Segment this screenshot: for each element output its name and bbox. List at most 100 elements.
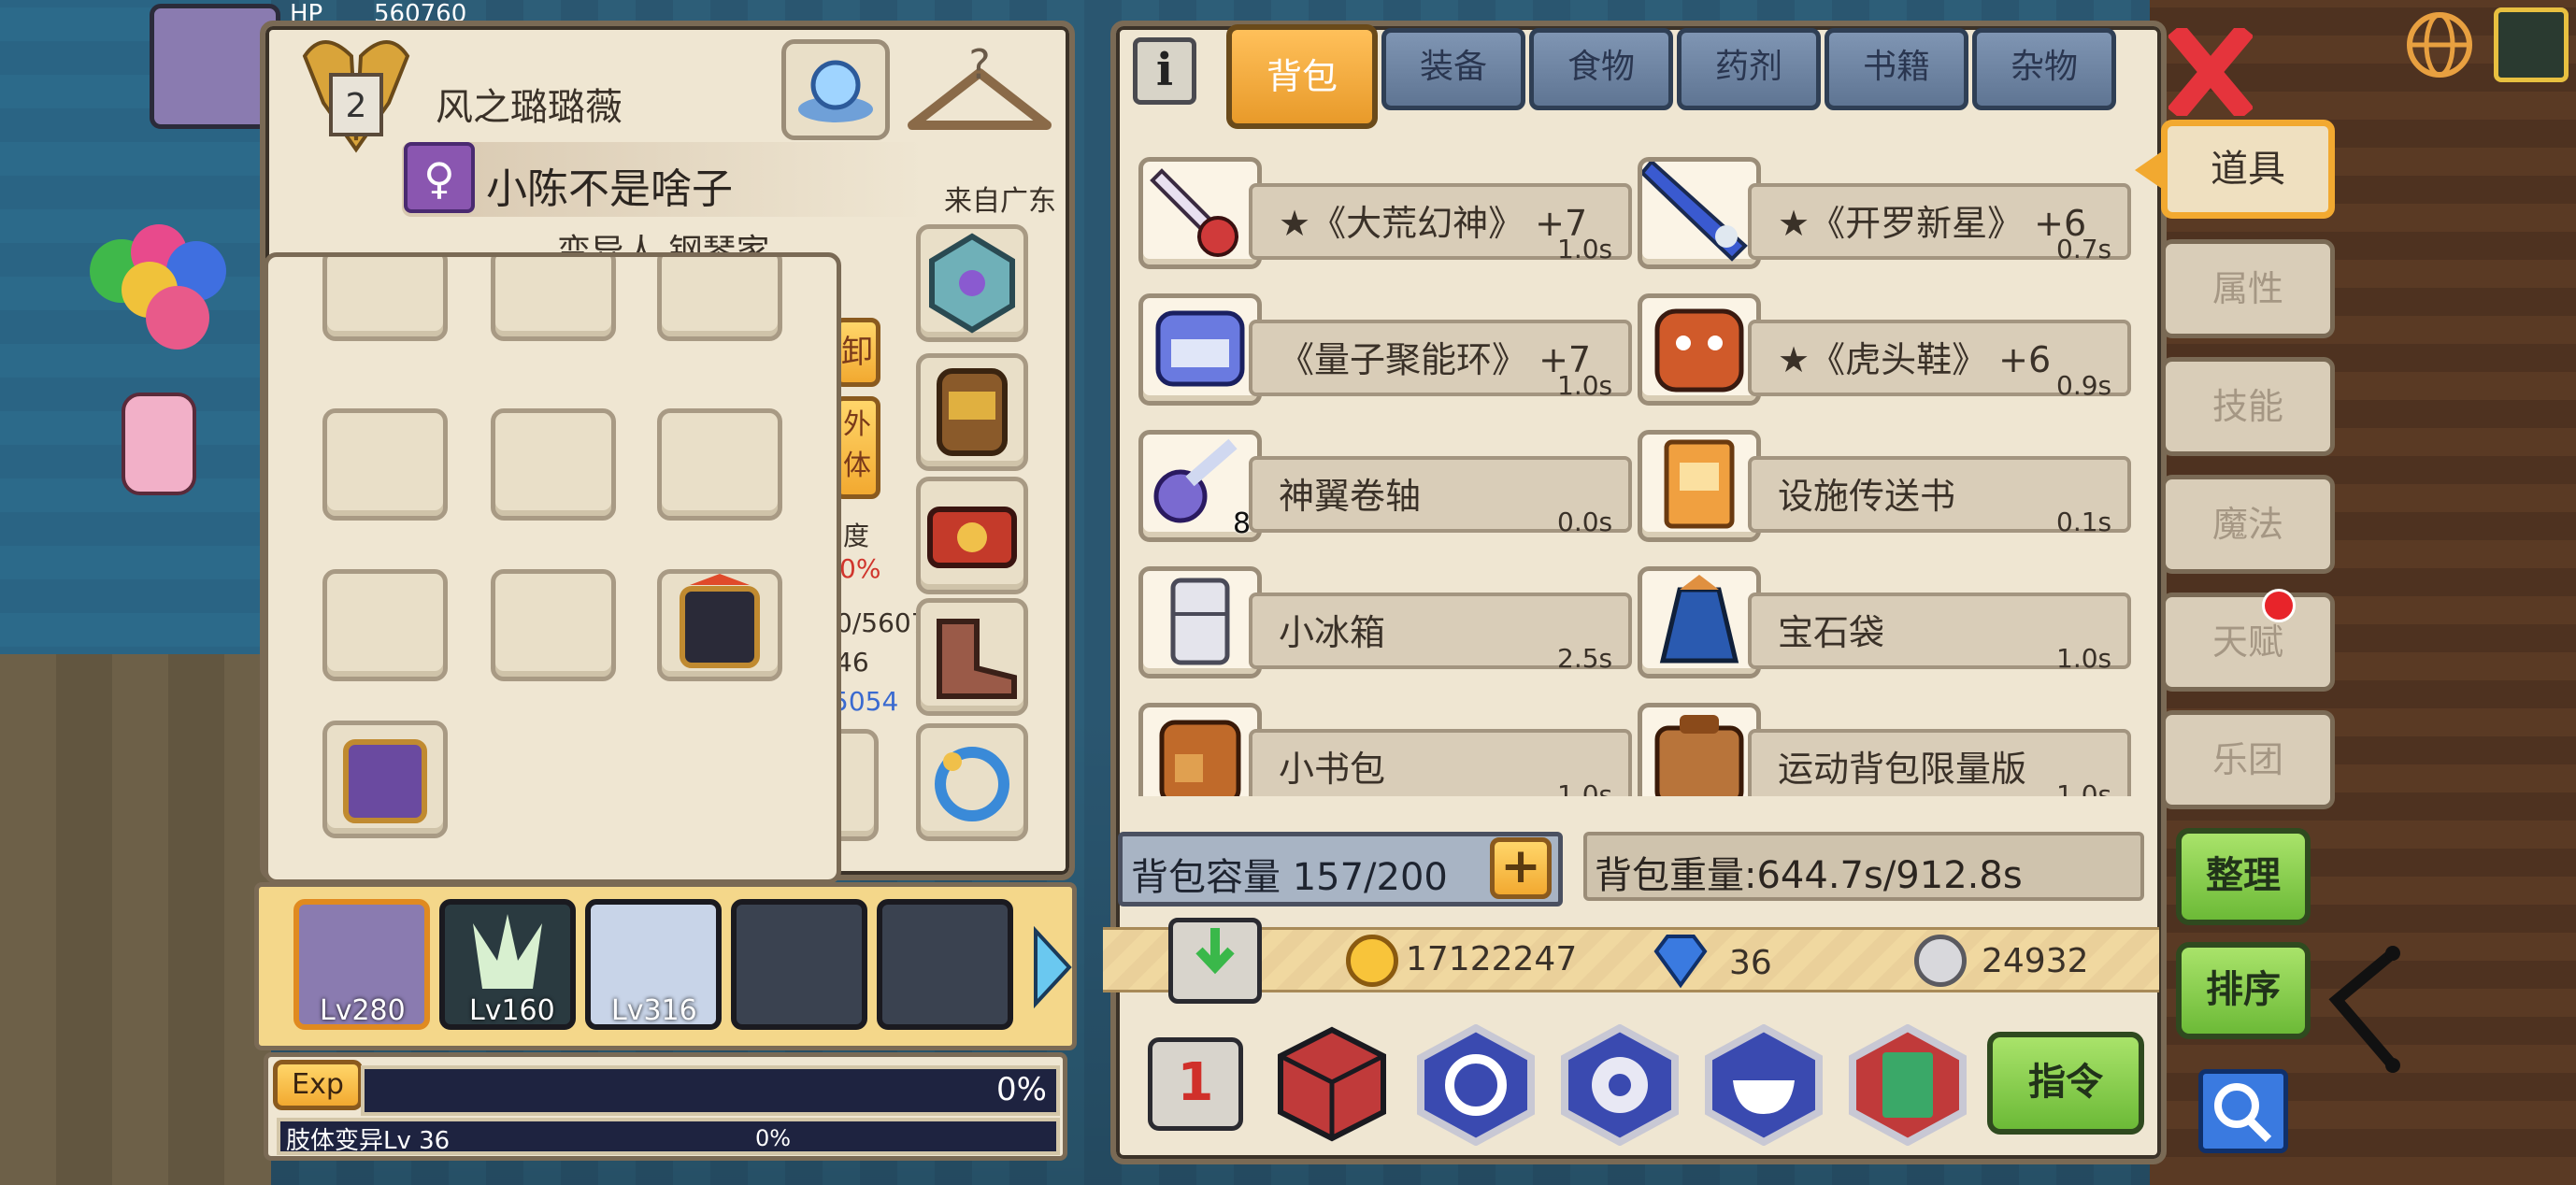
tab-equipment[interactable]: 装备 [1381, 28, 1525, 110]
mortar-icon[interactable] [1701, 1023, 1826, 1147]
character-subtitle: 变异人 钢琴家 [557, 233, 770, 252]
mutation-percent: 0% [755, 1125, 792, 1151]
stat-a: 0/5607 [836, 607, 928, 638]
gear-emblem-icon[interactable] [1557, 1023, 1682, 1147]
item-name: ★《虎头鞋》 +6 [1778, 339, 2052, 380]
notification-dot-icon [2262, 589, 2296, 622]
side-tab-skills[interactable]: 技能 [2161, 357, 2335, 456]
skill-slot-helm[interactable] [322, 721, 448, 838]
close-icon[interactable] [2167, 22, 2254, 121]
globe-icon[interactable] [2402, 7, 2477, 82]
skill-slot-1[interactable] [322, 257, 448, 341]
tab-bag[interactable]: 背包 [1226, 24, 1378, 129]
link-chain-icon[interactable] [2318, 944, 2421, 1075]
gold-amount: 17122247 [1406, 940, 1578, 978]
item-weight: 0.7s [2056, 234, 2112, 264]
item-row[interactable]: 运动背包限量版 1.0s [1638, 692, 2131, 796]
info-icon[interactable]: i [1133, 37, 1196, 105]
item-row[interactable]: 设施传送书 0.1s [1638, 419, 2131, 542]
side-tab-magic[interactable]: 魔法 [2161, 475, 2335, 574]
item-icon-frame [1138, 157, 1262, 269]
exp-label-badge: Exp [273, 1060, 363, 1110]
tab-misc[interactable]: 杂物 [1972, 28, 2116, 110]
hanger-icon[interactable]: ? [903, 39, 1056, 140]
skill-slot-6[interactable] [657, 408, 782, 521]
item-weight: 0.9s [2056, 370, 2112, 401]
side-tab-talent[interactable]: 天赋 [2161, 592, 2335, 692]
diamond-icon [1651, 933, 1710, 989]
item-row[interactable]: 8 神翼卷轴 0.0s [1138, 419, 1632, 542]
item-row[interactable]: 《量子聚能环》 +7 1.0s [1138, 282, 1632, 406]
mutation-label: 肢体变异Lv 36 [286, 1127, 451, 1155]
party-member-2[interactable]: Lv160 [439, 899, 576, 1030]
side-tab-items[interactable]: 道具 [2161, 120, 2335, 219]
item-weight: 1.0s [1557, 779, 1613, 796]
portal-ring-icon[interactable] [1413, 1023, 1538, 1147]
item-name: 设施传送书 [1778, 476, 1956, 517]
svg-text:2: 2 [346, 87, 367, 125]
party-member-1[interactable]: Lv280 [293, 899, 430, 1030]
party-member-5-empty[interactable] [877, 899, 1013, 1030]
party-member-4-empty[interactable] [731, 899, 867, 1030]
equip-slot-crown[interactable] [916, 477, 1028, 594]
item-icon-frame [1138, 293, 1262, 406]
storage-transfer-icon[interactable] [1168, 918, 1262, 1004]
sort-label: 排序 [2206, 968, 2281, 1011]
equip-slot-ring[interactable] [916, 723, 1028, 841]
party-member-level: Lv160 [469, 994, 555, 1027]
quantum-ring-icon [1155, 310, 1245, 387]
tab-books-label: 书籍 [1862, 48, 1930, 86]
item-weight: 1.0s [1557, 234, 1613, 264]
side-tab-band[interactable]: 乐团 [2161, 710, 2335, 809]
speed-label: 度 [843, 521, 870, 551]
organize-button[interactable]: 整理 [2176, 828, 2311, 925]
party-next-arrow-icon[interactable] [1028, 925, 1075, 1009]
number-sort-icon[interactable]: 1 [1148, 1037, 1243, 1131]
exit-map-icon[interactable] [2494, 7, 2569, 82]
tab-potion[interactable]: 药剂 [1677, 28, 1821, 110]
floor-area [0, 654, 271, 1185]
party-member-level: Lv316 [611, 994, 697, 1027]
item-icon-frame [1638, 157, 1761, 269]
side-tab-attributes-label: 属性 [2211, 268, 2283, 309]
item-row[interactable]: ★《虎头鞋》 +6 0.9s [1638, 282, 2131, 406]
equip-slot-emblem[interactable] [916, 224, 1028, 342]
skill-slot-3[interactable] [657, 257, 782, 341]
cube-icon[interactable] [1271, 1022, 1393, 1144]
item-row[interactable]: 宝石袋 1.0s [1638, 555, 2131, 678]
item-row[interactable]: 小冰箱 2.5s [1138, 555, 1632, 678]
skill-slot-4[interactable] [322, 408, 448, 521]
item-icon-frame: 8 [1138, 430, 1262, 542]
item-row[interactable]: ★《大荒幻神》 +7 1.0s [1138, 146, 1632, 269]
item-name: 运动背包限量版 [1778, 749, 2027, 790]
item-row[interactable]: ★《开罗新星》 +6 0.7s [1638, 146, 2131, 269]
skill-slot-5[interactable] [491, 408, 616, 521]
sort-button[interactable]: 排序 [2176, 942, 2311, 1039]
red-sword-icon [1150, 168, 1238, 257]
magnifier-search-icon[interactable] [2198, 1069, 2288, 1153]
skill-slot-armor[interactable] [657, 569, 782, 681]
crystal-badge-icon[interactable] [781, 39, 890, 140]
npc-pink-character[interactable] [122, 393, 196, 495]
command-button[interactable]: 指令 [1987, 1032, 2144, 1135]
command-label: 指令 [2028, 1061, 2103, 1104]
party-member-level: Lv280 [320, 994, 406, 1027]
equip-slot-gauntlet[interactable] [916, 353, 1028, 471]
item-weight: 1.0s [1557, 370, 1613, 401]
skill-slot-7[interactable] [322, 569, 448, 681]
skill-slot-2[interactable] [491, 257, 616, 341]
tab-food[interactable]: 食物 [1529, 28, 1673, 110]
item-row[interactable]: 小书包 1.0s [1138, 692, 1632, 796]
expand-capacity-button[interactable]: + [1490, 837, 1552, 899]
appearance-label: 外体 [843, 408, 871, 482]
green-book-icon[interactable] [1845, 1023, 1970, 1147]
tab-books[interactable]: 书籍 [1825, 28, 1968, 110]
item-icon-frame [1638, 566, 1761, 678]
side-tab-attributes[interactable]: 属性 [2161, 239, 2335, 338]
item-name: 小冰箱 [1279, 612, 1386, 653]
skill-slot-8[interactable] [491, 569, 616, 681]
item-icon-frame [1138, 566, 1262, 678]
equip-slot-boots[interactable] [916, 598, 1028, 716]
female-gender-icon: ♀ [404, 142, 475, 213]
party-member-3[interactable]: Lv316 [585, 899, 722, 1030]
